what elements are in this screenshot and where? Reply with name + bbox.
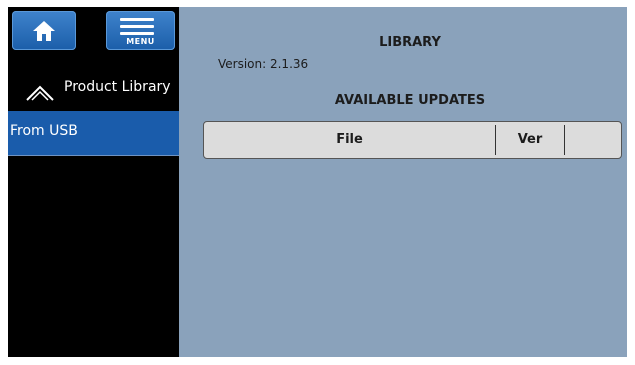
menu-button[interactable]: MENU	[106, 11, 175, 50]
nav-item-label: From USB	[10, 123, 78, 139]
nav-item-from-usb[interactable]: From USB	[8, 111, 179, 156]
page-title: LIBRARY	[379, 35, 441, 50]
nav-item-product-library[interactable]: Product Library	[8, 69, 179, 109]
nav-item-label: Product Library	[64, 79, 171, 95]
sidebar: MENU Product Library From USB	[8, 7, 179, 357]
main-panel: LIBRARY Version: 2.1.36 AVAILABLE UPDATE…	[179, 7, 627, 357]
menu-icon	[120, 18, 154, 39]
chevron-up-icon	[26, 85, 54, 101]
section-title: AVAILABLE UPDATES	[334, 93, 486, 108]
column-header-file[interactable]: File	[204, 122, 495, 158]
menu-label: MENU	[126, 37, 155, 46]
screen: MENU Product Library From USB LIBRARY Ve…	[8, 7, 627, 357]
home-icon	[33, 21, 55, 41]
column-header-ver[interactable]: Ver	[496, 122, 564, 158]
version-text: Version: 2.1.36	[218, 57, 309, 71]
updates-table-header: File Ver	[203, 121, 622, 159]
home-button[interactable]	[12, 11, 76, 50]
column-header-extra	[565, 122, 621, 158]
